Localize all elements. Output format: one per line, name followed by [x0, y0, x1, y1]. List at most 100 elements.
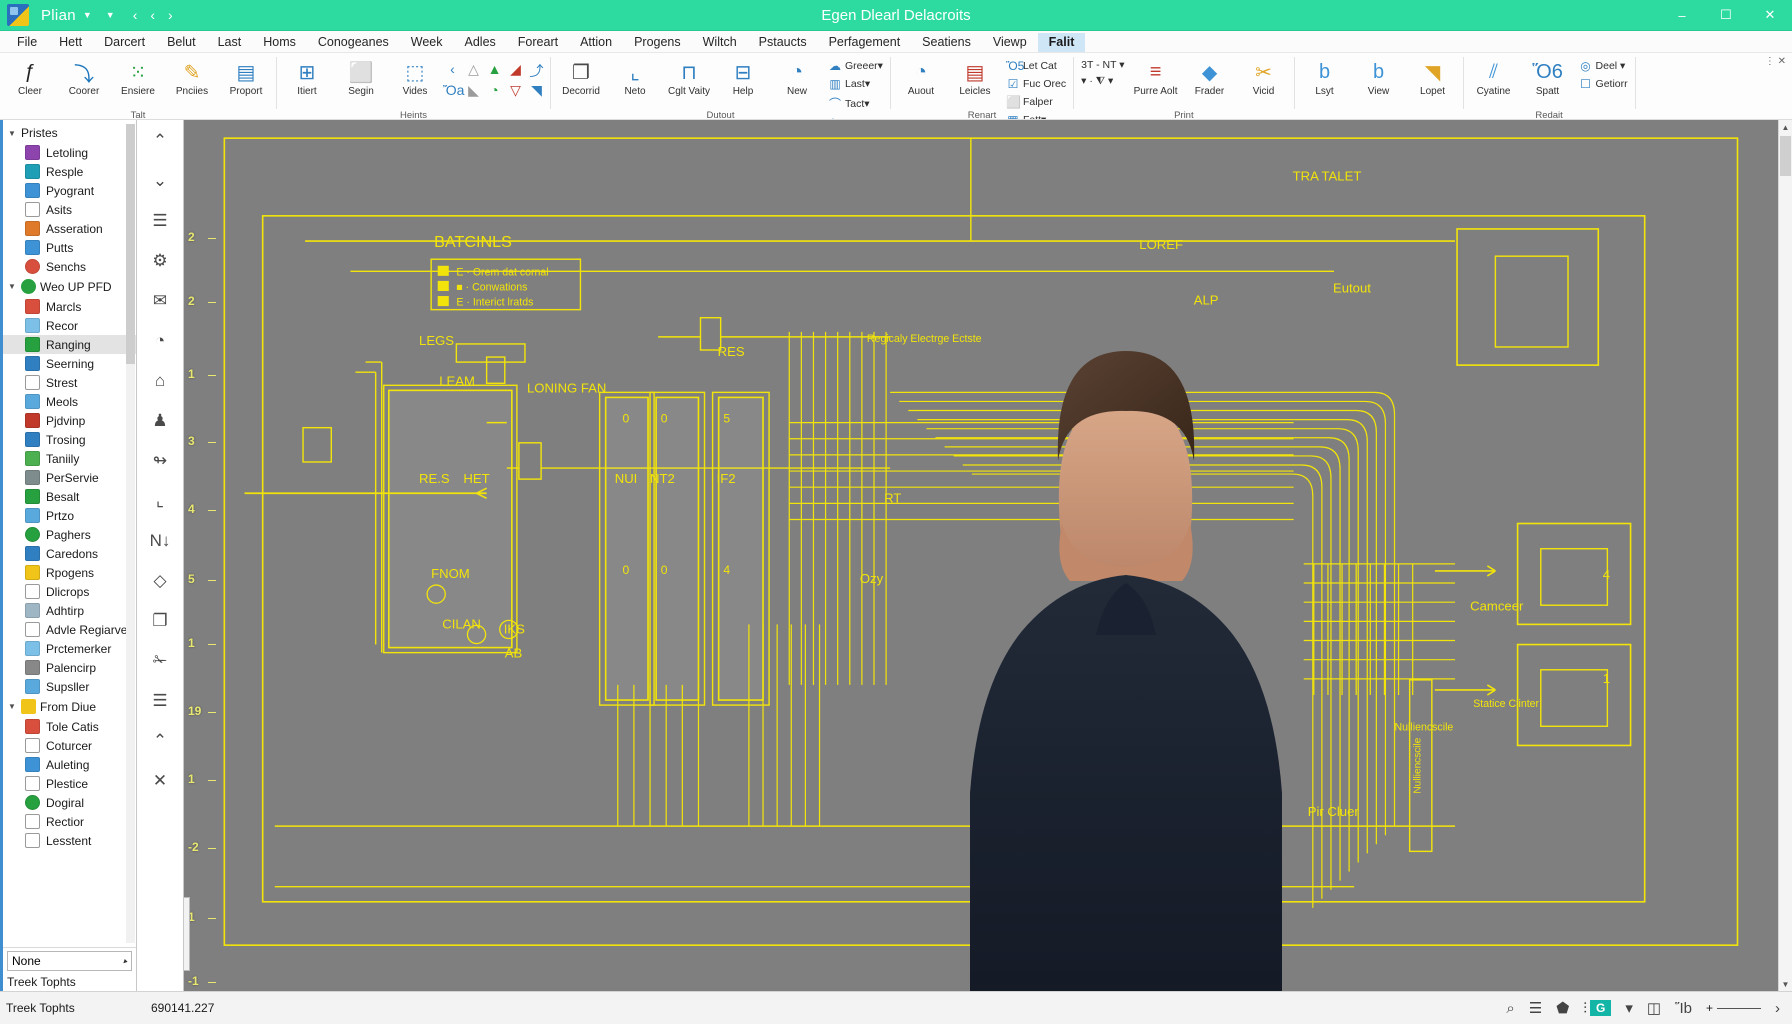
sidebar-item-supsller[interactable]: Supsller [3, 677, 136, 696]
ribbon-tab-attion[interactable]: Attion [569, 33, 623, 52]
ribbon-mini-icon-1-2[interactable]: ◔ [485, 82, 504, 99]
sidebar-item-prctemerker[interactable]: Prctemerker [3, 639, 136, 658]
chevron-up-icon[interactable]: ⌃ [144, 726, 176, 756]
chevron-down-icon[interactable]: ⌄ [144, 166, 176, 196]
sidebar-item-tole-catis[interactable]: Tole Catis [3, 717, 136, 736]
sidebar-item-putts[interactable]: Putts [3, 238, 136, 257]
ribbon-tab-conogeanes[interactable]: Conogeanes [307, 33, 400, 52]
ribbon-tab-darcert[interactable]: Darcert [93, 33, 156, 52]
zoom-slider[interactable]: + [1706, 1001, 1761, 1015]
ribbon-button-cleer[interactable]: ƒ Cleer [4, 55, 56, 97]
chevron-down-icon[interactable]: ▾ [1625, 999, 1633, 1017]
ribbon-button-vides[interactable]: ⬚ Vides [389, 55, 441, 97]
ribbon-button-coorer[interactable]: ⤵ Coorer [58, 55, 110, 97]
sidebar-item-adhtirp[interactable]: Adhtirp [3, 601, 136, 620]
sidebar-item-plestice[interactable]: Plestice [3, 774, 136, 793]
ribbon-item-fuc-orec[interactable]: ☑ Fuc Orec [1003, 76, 1069, 92]
ribbon-tab-belut[interactable]: Belut [156, 33, 207, 52]
ribbon-item-last-[interactable]: ▥ Last▾ [825, 76, 886, 92]
ribbon-item-deel-[interactable]: ◎ Deel ▾ [1576, 58, 1631, 74]
sidebar-group-pristes[interactable]: ▼ Pristes [3, 123, 136, 143]
shield-icon[interactable]: ⬟ [1556, 999, 1569, 1017]
ribbon-tab-homs[interactable]: Homs [252, 33, 307, 52]
sidebar-item-senchs[interactable]: Senchs [3, 257, 136, 276]
close-button[interactable]: ✕ [1748, 0, 1792, 31]
person-icon[interactable]: ♟ [144, 406, 176, 436]
ribbon-button-frader[interactable]: ◆ Frader [1184, 55, 1236, 97]
corner-icon[interactable]: ⌞ [144, 486, 176, 516]
ribbon-button-spatt[interactable]: Ὅ6 Spatt [1522, 55, 1574, 97]
canvas-vertical-tab[interactable]: M1a Coile [184, 897, 190, 971]
home-icon[interactable]: ⌂ [144, 366, 176, 396]
layers-icon[interactable]: ☰ [1529, 999, 1542, 1017]
bank-icon[interactable]: Ἵb [1675, 1000, 1692, 1017]
pipette-icon[interactable]: ✁ [144, 646, 176, 676]
camera-icon[interactable]: ◔ [144, 326, 176, 356]
ribbon-button-leicles[interactable]: ▤ Leicles [949, 55, 1001, 97]
scroll-up-icon[interactable]: ▲ [1779, 120, 1792, 134]
sidebar-item-coturcer[interactable]: Coturcer [3, 736, 136, 755]
sidebar-item-lesstent[interactable]: Lesstent [3, 831, 136, 850]
ribbon-button-vicid[interactable]: ✂ Vicid [1238, 55, 1290, 97]
sidebar-item-dlicrops[interactable]: Dlicrops [3, 582, 136, 601]
sidebar-item-besalt[interactable]: Besalt [3, 487, 136, 506]
ribbon-mini-icon-0-4[interactable]: ⤴ [527, 61, 546, 81]
mail-icon[interactable]: ✉ [144, 286, 176, 316]
ribbon-tab-seatiens[interactable]: Seatiens [911, 33, 982, 52]
sidebar-item-resple[interactable]: Resple [3, 162, 136, 181]
sidebar-item-palencirp[interactable]: Palencirp [3, 658, 136, 677]
sidebar-select[interactable]: None ▾ [7, 951, 132, 971]
minimize-button[interactable]: – [1660, 0, 1704, 31]
nav-back-button[interactable]: ‹ [133, 7, 138, 23]
copy-icon[interactable]: ❐ [144, 606, 176, 636]
search-icon[interactable]: ⌕ [1506, 1000, 1514, 1017]
nav-prev-button[interactable]: ‹ [150, 7, 155, 23]
ribbon-field-4-0[interactable]: 3T - NT ▾ [1078, 58, 1127, 72]
sidebar-item-advle-regiarve[interactable]: Advle Regiarve [3, 620, 136, 639]
sidebar-item-pyogrant[interactable]: Pyogrant [3, 181, 136, 200]
zoom-control[interactable]: ⫶ G [1583, 1000, 1611, 1017]
sidebar-item-recor[interactable]: Recor [3, 316, 136, 335]
drawing-canvas[interactable]: BATCINLS E · Orem dat cornal ■ · Conwation… [184, 120, 1792, 991]
sidebar-item-prtzo[interactable]: Prtzo [3, 506, 136, 525]
sidebar-item-caredons[interactable]: Caredons [3, 544, 136, 563]
ribbon-button-pnciies[interactable]: ✎ Pnciies [166, 55, 218, 97]
canvas-scrollbar-thumb[interactable] [1780, 136, 1791, 176]
sort-icon[interactable]: ⫶ [1583, 1000, 1587, 1017]
sidebar-item-rectior[interactable]: Rectior [3, 812, 136, 831]
sidebar-item-dogiral[interactable]: Dogiral [3, 793, 136, 812]
ribbon-tab-pstaucts[interactable]: Pstaucts [748, 33, 818, 52]
sidebar-item-marcls[interactable]: Marcls [3, 297, 136, 316]
ribbon-button-view[interactable]: ὜b View [1353, 55, 1405, 97]
sidebar-item-paghers[interactable]: Paghers [3, 525, 136, 544]
ribbon-item-greeer-[interactable]: ☁ Greeer▾ [825, 58, 886, 74]
ribbon-tab-foreart[interactable]: Foreart [507, 33, 569, 52]
n-label-icon[interactable]: N↓ [144, 526, 176, 556]
ribbon-tab-progens[interactable]: Progens [623, 33, 692, 52]
ribbon-button-proport[interactable]: ▤ Proport [220, 55, 272, 97]
ribbon-tab-file[interactable]: File [6, 33, 48, 52]
sidebar-item-asits[interactable]: Asits [3, 200, 136, 219]
nav-next-button[interactable]: › [168, 7, 173, 23]
ribbon-tab-adles[interactable]: Adles [454, 33, 507, 52]
ribbon-mini-icon-0-1[interactable]: △ [464, 61, 483, 81]
sidebar-item-asseration[interactable]: Asseration [3, 219, 136, 238]
ribbon-tab-week[interactable]: Week [400, 33, 454, 52]
ribbon-mini-icon-0-2[interactable]: ▲ [485, 61, 504, 81]
sidebar-item-seerning[interactable]: Seerning [3, 354, 136, 373]
chevron-down-icon[interactable]: ▼ [7, 282, 17, 291]
maximize-button[interactable]: ☐ [1704, 0, 1748, 31]
ribbon-item-falper[interactable]: ⬜ Falper [1003, 94, 1069, 110]
ribbon-tab-falit[interactable]: Falit [1038, 33, 1086, 52]
gear-icon[interactable]: ⚙ [144, 246, 176, 276]
sidebar-item-pjdvinp[interactable]: Pjdvinp [3, 411, 136, 430]
ribbon-item-let-cat[interactable]: Ὄ5 Let Cat [1003, 58, 1069, 74]
ribbon-tab-perfagement[interactable]: Perfagement [818, 33, 912, 52]
ribbon-mini-icon-0-3[interactable]: ◢ [506, 61, 525, 81]
canvas-vertical-scrollbar[interactable]: ▲ ▼ [1778, 120, 1792, 991]
chevron-down-icon[interactable]: ▼ [83, 10, 92, 20]
sidebar-item-rpogens[interactable]: Rpogens [3, 563, 136, 582]
sidebar-item-taniily[interactable]: Taniily [3, 449, 136, 468]
ribbon-button-cyatine[interactable]: ⫽ Cyatine [1468, 55, 1520, 97]
share-icon[interactable]: ↬ [144, 446, 176, 476]
